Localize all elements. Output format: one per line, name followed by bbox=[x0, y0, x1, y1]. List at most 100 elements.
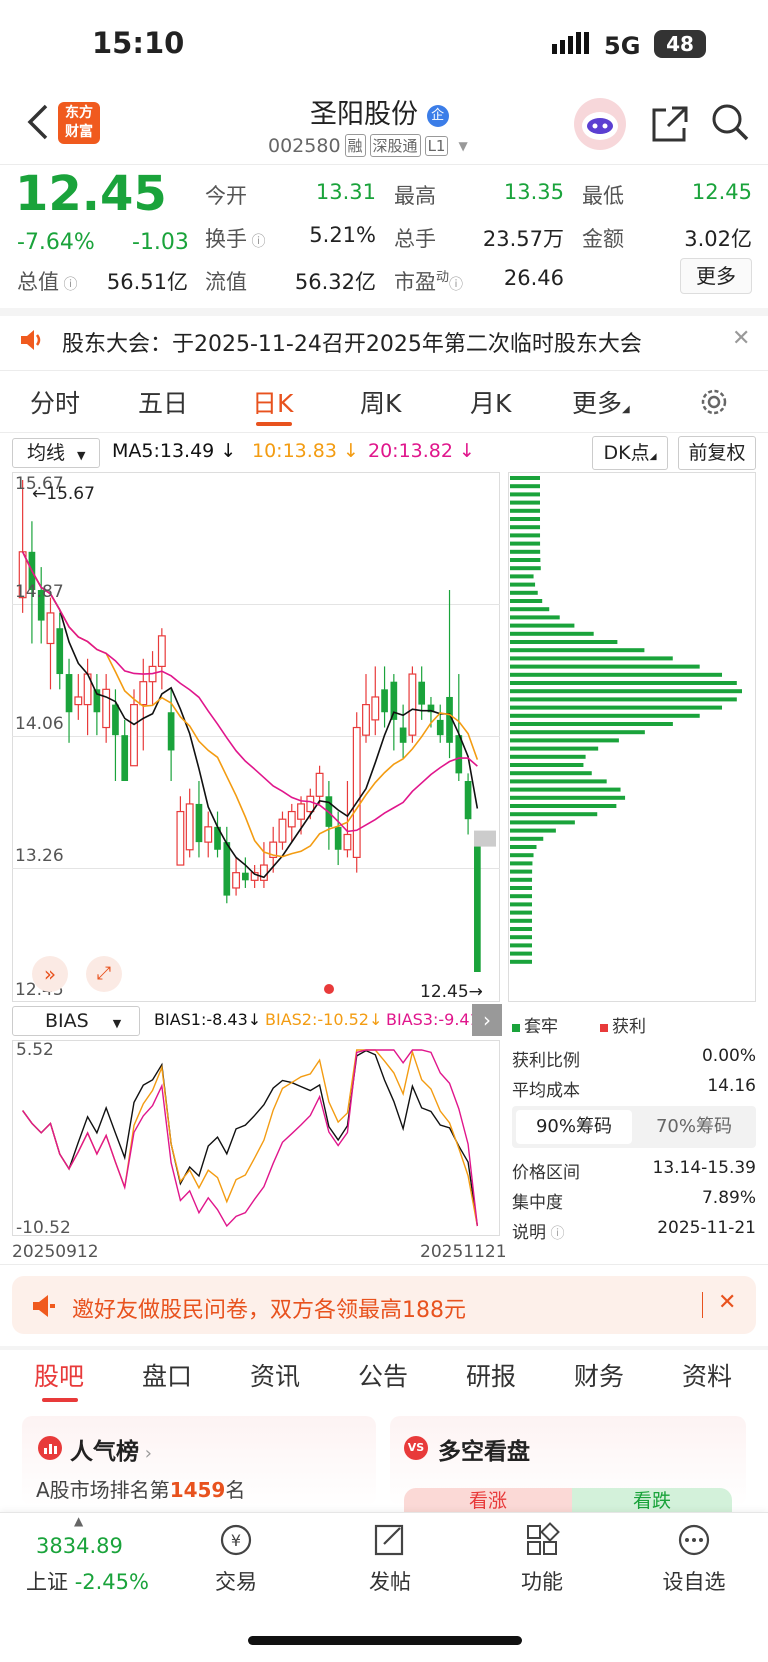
stock-name-text: 圣阳股份 bbox=[310, 99, 418, 130]
candle-body bbox=[46, 612, 55, 645]
label-volume: 总手 bbox=[394, 227, 436, 251]
vote-down-label: 看跌 bbox=[632, 1490, 671, 1512]
candle-body bbox=[74, 696, 83, 706]
fullscreen-icon[interactable]: ⤢ bbox=[86, 956, 122, 992]
date-end: 20251121 bbox=[420, 1242, 507, 1262]
nav-add-watchlist[interactable]: 设自选 bbox=[650, 1566, 738, 1596]
trade-icon[interactable]: ¥ bbox=[216, 1522, 256, 1558]
functions-icon[interactable] bbox=[522, 1522, 562, 1558]
nav-post[interactable]: 发帖 bbox=[350, 1566, 430, 1596]
vote-up-label: 看涨 bbox=[468, 1490, 507, 1512]
candle-body bbox=[399, 727, 407, 743]
tab-chips-90[interactable]: 90%筹码 bbox=[516, 1110, 632, 1144]
vote-up-button[interactable]: 看涨 bbox=[404, 1488, 572, 1512]
tab-daily-k[interactable]: 日K bbox=[252, 384, 293, 420]
candle-body bbox=[232, 872, 241, 889]
dk-point-button[interactable]: DK点◢ bbox=[592, 436, 668, 470]
caret-down-icon[interactable]: ▼ bbox=[458, 139, 467, 153]
bias-selector[interactable]: BIAS ▼ bbox=[12, 1006, 140, 1036]
bias-chart[interactable] bbox=[12, 1040, 500, 1236]
tab-financials[interactable]: 财务 bbox=[574, 1357, 624, 1393]
high-marker: ←15.67 bbox=[32, 484, 95, 504]
info-icon[interactable]: ⓘ bbox=[59, 277, 77, 293]
y-axis-label: 13.26 bbox=[15, 846, 64, 866]
candle-body bbox=[343, 833, 352, 851]
legend-profit: 获利 bbox=[600, 1012, 646, 1037]
tab-research[interactable]: 研报 bbox=[466, 1357, 516, 1393]
tab-intraday[interactable]: 分时 bbox=[30, 384, 80, 420]
tab-more[interactable]: 更多◢ bbox=[572, 384, 630, 420]
label-turnover-text: 换手 bbox=[205, 227, 247, 251]
network-label: 5G bbox=[604, 32, 641, 60]
tab-announcements[interactable]: 公告 bbox=[358, 1357, 408, 1393]
bias1-value: BIAS1:-8.43↓ bbox=[154, 1010, 262, 1029]
watchlist-icon[interactable] bbox=[674, 1522, 714, 1558]
label-pe: 市盈动ⓘ bbox=[394, 266, 463, 296]
tab-news[interactable]: 资讯 bbox=[250, 1357, 300, 1393]
ma-selector[interactable]: 均线 ▼ bbox=[12, 438, 100, 468]
speaker-icon bbox=[18, 326, 46, 354]
more-button[interactable]: 更多 bbox=[680, 258, 752, 294]
bias2-value: BIAS2:-10.52↓ bbox=[265, 1010, 383, 1029]
search-icon[interactable] bbox=[710, 102, 750, 142]
expand-left-icon[interactable]: » bbox=[32, 956, 68, 992]
value-float-cap: 56.32亿 bbox=[294, 270, 376, 294]
rank-number: 1459 bbox=[169, 1478, 226, 1502]
back-icon[interactable] bbox=[22, 100, 52, 144]
chip-label: 获利比例 bbox=[512, 1051, 580, 1071]
label-amount: 金额 bbox=[582, 227, 624, 251]
post-icon[interactable] bbox=[370, 1522, 410, 1558]
tab-profile[interactable]: 资料 bbox=[682, 1357, 732, 1393]
dk-label: DK点 bbox=[603, 442, 650, 464]
tab-forum[interactable]: 股吧 bbox=[34, 1357, 84, 1393]
tag-connect: 深股通 bbox=[369, 134, 421, 157]
index-line[interactable]: 上证 -2.45% bbox=[26, 1566, 149, 1596]
label-high: 最高 bbox=[394, 184, 436, 208]
nav-functions[interactable]: 功能 bbox=[502, 1566, 582, 1596]
notice-text[interactable]: 股东大会：于2025-11-24召开2025年第二次临时股东大会 bbox=[62, 326, 642, 358]
label-market-cap-text: 总值 bbox=[17, 270, 59, 294]
bias-scroll-right-icon[interactable]: › bbox=[472, 1004, 502, 1036]
app-logo[interactable]: 东方 财富 bbox=[58, 102, 100, 144]
info-icon[interactable]: ⓘ bbox=[247, 234, 265, 250]
chart-bars-icon bbox=[38, 1436, 62, 1460]
settings-gear-icon[interactable] bbox=[698, 386, 730, 418]
bias1-line bbox=[22, 1049, 479, 1227]
kline-chart[interactable] bbox=[12, 472, 500, 1002]
tag-level: L1 bbox=[424, 135, 449, 156]
info-icon[interactable]: ⓘ bbox=[449, 277, 463, 293]
candle-body bbox=[112, 704, 119, 736]
tab-order-book[interactable]: 盘口 bbox=[142, 1357, 192, 1393]
chip-value: 13.14-15.39 bbox=[652, 1158, 756, 1178]
info-icon[interactable]: ⓘ bbox=[546, 1226, 564, 1242]
tab-five-day[interactable]: 五日 bbox=[138, 384, 188, 420]
nav-trade[interactable]: 交易 bbox=[196, 1566, 276, 1596]
label-float-cap: 流值 bbox=[205, 270, 247, 294]
value-market-cap: 56.51亿 bbox=[106, 270, 188, 294]
promo-close-icon[interactable]: ✕ bbox=[718, 1290, 736, 1315]
candle-body bbox=[65, 674, 73, 713]
index-name: 上证 bbox=[26, 1570, 68, 1594]
event-dot[interactable] bbox=[324, 984, 334, 994]
legend-trapped: 套牢 bbox=[512, 1012, 558, 1037]
price-cursor-box bbox=[474, 830, 496, 847]
tab-chips-70[interactable]: 70%筹码 bbox=[636, 1110, 752, 1144]
promo-divider bbox=[702, 1292, 703, 1318]
vs-icon: VS bbox=[404, 1436, 428, 1460]
index-value[interactable]: 3834.89 bbox=[36, 1534, 123, 1558]
bias2-line bbox=[22, 1049, 479, 1227]
chip-value: 2025-11-21 bbox=[657, 1218, 756, 1238]
vote-down-button[interactable]: 看跌 bbox=[572, 1488, 732, 1512]
battery-icon: 48 bbox=[654, 30, 706, 58]
chip-value: 7.89% bbox=[701, 1188, 756, 1208]
tab-monthly-k[interactable]: 月K bbox=[470, 384, 511, 420]
ma-selector-label: 均线 bbox=[27, 442, 66, 464]
notice-close-icon[interactable]: ✕ bbox=[732, 326, 750, 351]
bias-selector-label: BIAS bbox=[45, 1010, 89, 1032]
tab-weekly-k[interactable]: 周K bbox=[360, 384, 401, 420]
adjust-button[interactable]: 前复权 bbox=[678, 436, 756, 470]
caret-icon: ◢ bbox=[622, 404, 630, 415]
share-icon[interactable] bbox=[650, 104, 690, 144]
robot-avatar[interactable] bbox=[574, 98, 626, 150]
promo-text[interactable]: 邀好友做股民问卷，双方各领最高188元 bbox=[72, 1292, 466, 1324]
